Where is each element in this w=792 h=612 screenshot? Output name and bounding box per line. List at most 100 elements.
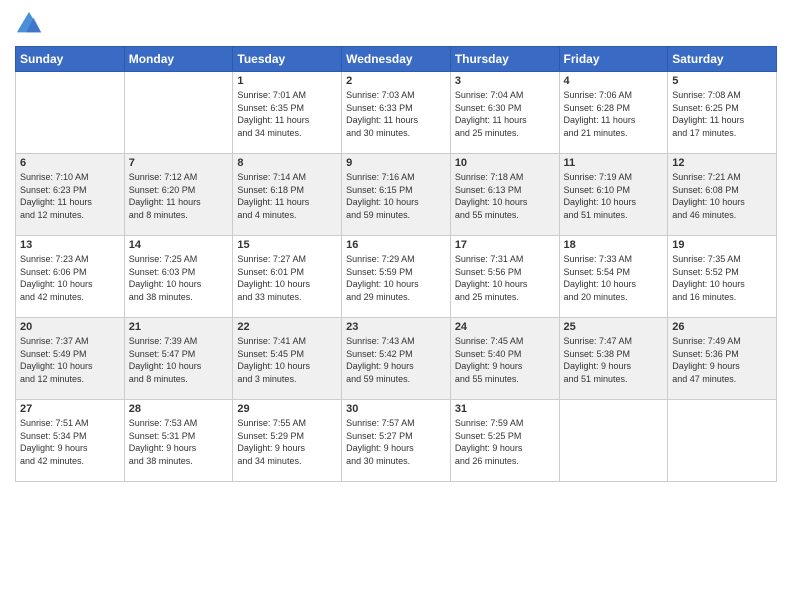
calendar-cell: 10Sunrise: 7:18 AMSunset: 6:13 PMDayligh… [450, 154, 559, 236]
cell-content: Sunrise: 7:29 AMSunset: 5:59 PMDaylight:… [346, 253, 446, 303]
day-number: 12 [672, 157, 772, 169]
cell-line: Sunset: 5:42 PM [346, 349, 413, 359]
day-number: 17 [455, 239, 555, 251]
cell-line: and 38 minutes. [129, 292, 193, 302]
cell-line: Sunrise: 7:29 AM [346, 254, 415, 264]
cell-line: Sunrise: 7:25 AM [129, 254, 198, 264]
cell-line: Daylight: 10 hours [564, 197, 637, 207]
cell-line: and 38 minutes. [129, 456, 193, 466]
calendar-cell: 9Sunrise: 7:16 AMSunset: 6:15 PMDaylight… [342, 154, 451, 236]
cell-line: Daylight: 9 hours [129, 443, 197, 453]
cell-content: Sunrise: 7:19 AMSunset: 6:10 PMDaylight:… [564, 171, 664, 221]
cell-line: Sunrise: 7:06 AM [564, 90, 633, 100]
cell-line: and 33 minutes. [237, 292, 301, 302]
calendar-cell: 17Sunrise: 7:31 AMSunset: 5:56 PMDayligh… [450, 236, 559, 318]
cell-line: and 12 minutes. [20, 210, 84, 220]
cell-line: Sunset: 5:38 PM [564, 349, 631, 359]
cell-content: Sunrise: 7:37 AM Sunset: 5:49 PM Daylight:… [20, 335, 120, 385]
cell-line: Sunset: 5:27 PM [346, 431, 413, 441]
cell-content: Sunrise: 7:25 AMSunset: 6:03 PMDaylight:… [129, 253, 229, 303]
weekday-header-row: SundayMondayTuesdayWednesdayThursdayFrid… [16, 47, 777, 72]
day-number: 5 [672, 75, 772, 87]
cell-line: Sunset: 6:03 PM [129, 267, 196, 277]
cell-line: and 26 minutes. [455, 456, 519, 466]
cell-line: Sunrise: 7:41 AM [237, 336, 306, 346]
calendar-cell: 3Sunrise: 7:04 AMSunset: 6:30 PMDaylight… [450, 72, 559, 154]
cell-line: Sunrise: 7:57 AM [346, 418, 415, 428]
cell-line: and 21 minutes. [564, 128, 628, 138]
cell-line: Sunset: 5:49 PM [20, 349, 87, 359]
cell-line: Daylight: 11 hours [346, 115, 418, 125]
header [15, 10, 777, 38]
cell-content: Sunrise: 7:27 AMSunset: 6:01 PMDaylight:… [237, 253, 337, 303]
cell-line: Sunset: 6:23 PM [20, 185, 87, 195]
day-number: 1 [237, 75, 337, 87]
cell-line: and 12 minutes. [20, 374, 84, 384]
calendar-cell: 4Sunrise: 7:06 AMSunset: 6:28 PMDaylight… [559, 72, 668, 154]
cell-content: Sunrise: 7:55 AMSunset: 5:29 PMDaylight:… [237, 417, 337, 467]
cell-line: Sunrise: 7:04 AM [455, 90, 524, 100]
cell-line: Sunrise: 7:51 AM [20, 418, 89, 428]
calendar-cell [16, 72, 125, 154]
weekday-header-saturday: Saturday [668, 47, 777, 72]
weekday-header-friday: Friday [559, 47, 668, 72]
cell-line: Daylight: 11 hours [455, 115, 527, 125]
cell-content: Sunrise: 7:47 AMSunset: 5:38 PMDaylight:… [564, 335, 664, 385]
cell-line: Sunrise: 7:27 AM [237, 254, 306, 264]
cell-line: Sunset: 6:01 PM [237, 267, 304, 277]
cell-line: Sunrise: 7:45 AM [455, 336, 524, 346]
cell-content: Sunrise: 7:35 AMSunset: 5:52 PMDaylight:… [672, 253, 772, 303]
cell-line: Sunset: 5:52 PM [672, 267, 739, 277]
cell-line: Sunset: 5:31 PM [129, 431, 196, 441]
cell-content: Sunrise: 7:33 AM Sunset: 5:54 PM Daylight:… [564, 253, 664, 303]
cell-line: Sunrise: 7:59 AM [455, 418, 524, 428]
cell-content: Sunrise: 7:01 AMSunset: 6:35 PMDaylight:… [237, 89, 337, 139]
cell-content: Sunrise: 7:16 AMSunset: 6:15 PMDaylight:… [346, 171, 446, 221]
cell-line: and 17 minutes. [672, 128, 736, 138]
calendar-cell: 15Sunrise: 7:27 AMSunset: 6:01 PMDayligh… [233, 236, 342, 318]
cell-line: Daylight: 11 hours [564, 115, 636, 125]
cell-line: Daylight: 9 hours [455, 361, 523, 371]
cell-line: Sunrise: 7:33 AM [564, 254, 633, 264]
cell-content: Sunrise: 7:41 AMSunset: 5:45 PMDaylight:… [237, 335, 337, 385]
day-number: 31 [455, 403, 555, 415]
weekday-header-thursday: Thursday [450, 47, 559, 72]
cell-line: Daylight: 10 hours [20, 279, 93, 289]
weekday-header-wednesday: Wednesday [342, 47, 451, 72]
cell-line: Sunset: 6:35 PM [237, 103, 304, 113]
cell-line: Sunrise: 7:19 AM [564, 172, 633, 182]
cell-line: Sunset: 5:34 PM [20, 431, 87, 441]
cell-line: Sunset: 6:25 PM [672, 103, 739, 113]
cell-line: Sunset: 5:25 PM [455, 431, 522, 441]
cell-line: Daylight: 10 hours [20, 361, 93, 371]
day-number: 7 [129, 157, 229, 169]
cell-line: Daylight: 11 hours [129, 197, 201, 207]
cell-content: Sunrise: 7:08 AMSunset: 6:25 PMDaylight:… [672, 89, 772, 139]
cell-line: and 42 minutes. [20, 292, 84, 302]
cell-line: Sunset: 5:29 PM [237, 431, 304, 441]
cell-line: Sunrise: 7:37 AM [20, 336, 89, 346]
cell-line: Sunrise: 7:08 AM [672, 90, 741, 100]
day-number: 23 [346, 321, 446, 333]
cell-line: Sunrise: 7:47 AM [564, 336, 633, 346]
cell-content: Sunrise: 7:12 AMSunset: 6:20 PMDaylight:… [129, 171, 229, 221]
calendar-cell: 31Sunrise: 7:59 AMSunset: 5:25 PMDayligh… [450, 400, 559, 482]
day-number: 15 [237, 239, 337, 251]
page: SundayMondayTuesdayWednesdayThursdayFrid… [0, 0, 792, 612]
calendar-cell: 16Sunrise: 7:29 AMSunset: 5:59 PMDayligh… [342, 236, 451, 318]
logo-icon [15, 10, 43, 38]
cell-line: and 59 minutes. [346, 374, 410, 384]
cell-line: Daylight: 10 hours [346, 279, 419, 289]
calendar-cell [124, 72, 233, 154]
calendar-cell: 25Sunrise: 7:47 AMSunset: 5:38 PMDayligh… [559, 318, 668, 400]
calendar-cell: 14Sunrise: 7:25 AMSunset: 6:03 PMDayligh… [124, 236, 233, 318]
cell-line: Daylight: 10 hours [564, 279, 637, 289]
calendar-cell: 12Sunrise: 7:21 AMSunset: 6:08 PMDayligh… [668, 154, 777, 236]
cell-line: Sunset: 5:54 PM [564, 267, 631, 277]
cell-line: Sunset: 6:18 PM [237, 185, 304, 195]
cell-line: and 55 minutes. [455, 374, 519, 384]
day-number: 25 [564, 321, 664, 333]
calendar: SundayMondayTuesdayWednesdayThursdayFrid… [15, 46, 777, 482]
calendar-cell: 6Sunrise: 7:10 AMSunset: 6:23 PMDaylight… [16, 154, 125, 236]
calendar-cell: 7 Sunrise: 7:12 AMSunset: 6:20 PMDaylight… [124, 154, 233, 236]
